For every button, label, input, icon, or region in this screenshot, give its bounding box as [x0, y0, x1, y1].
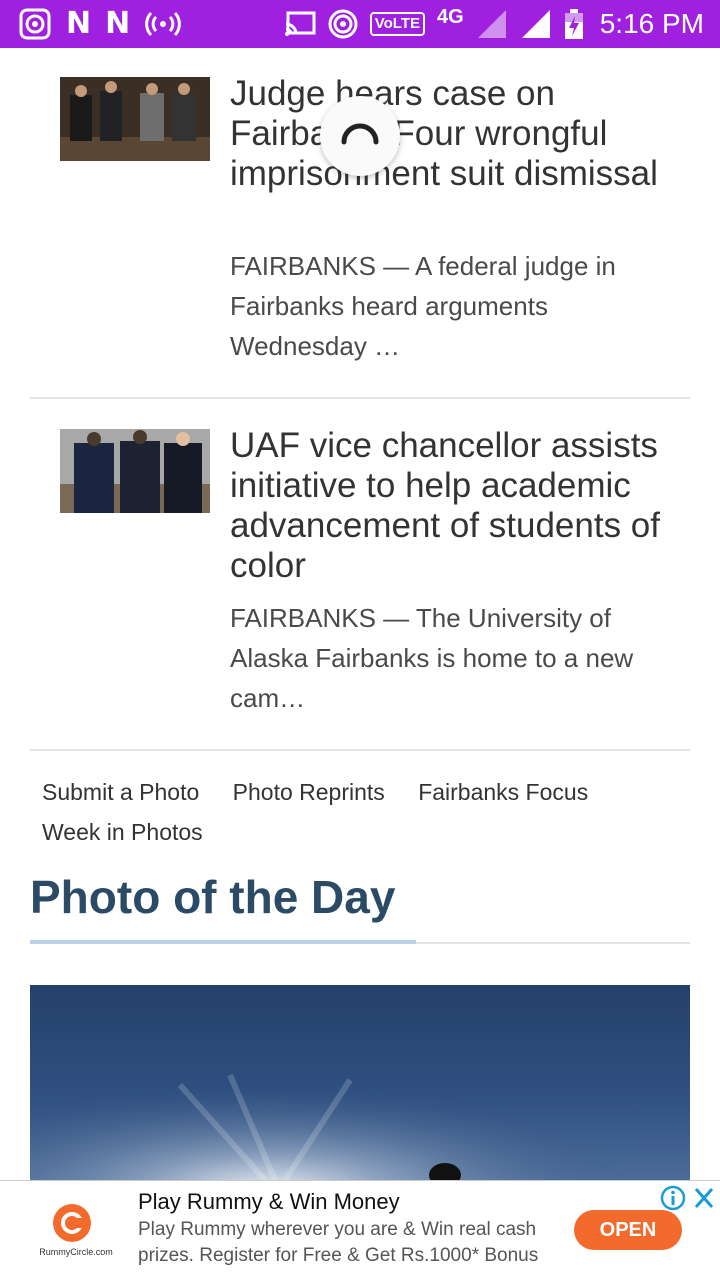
article-excerpt: FAIRBANKS — The University of Alaska Fai…: [230, 603, 634, 713]
loading-spinner: [320, 96, 400, 176]
fairbanks-focus-link[interactable]: Fairbanks Focus: [418, 772, 588, 812]
spinner-icon: [341, 123, 379, 145]
photo-links: Submit a Photo Photo Reprints Fairbanks …: [42, 772, 682, 852]
close-icon[interactable]: [692, 1185, 716, 1216]
radio-icon: [18, 7, 52, 41]
info-icon[interactable]: [660, 1185, 686, 1216]
photo-reprints-link[interactable]: Photo Reprints: [233, 772, 385, 812]
status-bar: N N VoLTE 4G 5:16 PM: [0, 0, 720, 48]
ad-title[interactable]: Play Rummy & Win Money: [138, 1189, 400, 1215]
article-thumbnail[interactable]: [60, 77, 210, 161]
ad-body: Play Rummy wherever you are & Win real c…: [138, 1219, 539, 1266]
n-icon: N: [66, 6, 92, 41]
wifi-hotspot-icon: [328, 9, 358, 39]
submit-photo-link[interactable]: Submit a Photo: [42, 772, 199, 812]
article-headline[interactable]: Judge hears case on Fairbanks Four wrong…: [230, 74, 670, 194]
article-headline[interactable]: UAF vice chancellor assists initiative t…: [230, 426, 670, 586]
signal-icon: [520, 8, 552, 40]
article-thumbnail[interactable]: [60, 429, 210, 513]
battery-icon: [564, 8, 584, 40]
divider: [30, 397, 690, 399]
photo-of-the-day-image[interactable]: [30, 985, 690, 1180]
volte-icon: VoLTE: [369, 12, 426, 36]
article-excerpt: FAIRBANKS — A federal judge in Fairbanks…: [230, 251, 616, 361]
divider: [30, 749, 690, 751]
section-underline-accent: [30, 940, 416, 944]
network-type-label: 4G: [437, 5, 464, 28]
clock: 5:16 PM: [599, 8, 704, 39]
section-title: Photo of the Day: [30, 871, 396, 923]
ad-banner[interactable]: RummyCircle.com Play Rummy & Win Money P…: [0, 1180, 720, 1280]
cast-icon: [284, 10, 316, 38]
n-icon: N: [105, 6, 131, 41]
ad-open-button[interactable]: OPEN: [574, 1210, 682, 1250]
hotspot-icon: [144, 9, 182, 39]
ad-brand: RummyCircle.com: [39, 1247, 113, 1257]
week-in-photos-link[interactable]: Week in Photos: [42, 812, 203, 852]
signal-icon: [476, 8, 508, 40]
ad-logo: RummyCircle.com: [36, 1201, 116, 1261]
